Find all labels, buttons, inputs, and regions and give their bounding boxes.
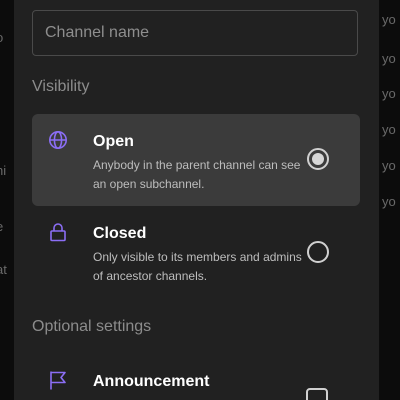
background-text: yo xyxy=(382,122,396,137)
announcement-checkbox[interactable] xyxy=(306,388,328,400)
background-text: yo xyxy=(382,194,396,209)
background-text: yo xyxy=(382,12,396,27)
option-title: Open xyxy=(93,133,134,150)
option-title: Closed xyxy=(93,225,147,242)
flag-icon xyxy=(50,371,66,390)
option-description: Anybody in the parent channel can see an… xyxy=(93,158,301,191)
background-text: yo xyxy=(382,86,396,101)
visibility-option-closed[interactable]: Closed Only visible to its members and a… xyxy=(32,206,360,298)
visibility-option-open[interactable]: Open Anybody in the parent channel can s… xyxy=(32,114,360,206)
visibility-section-title: Visibility xyxy=(32,78,90,95)
optional-settings-section-title: Optional settings xyxy=(32,318,152,335)
option-description: Only visible to its members and admins o… xyxy=(93,250,302,283)
create-subchannel-sheet: Visibility Open Anybody in the parent ch… xyxy=(14,0,379,400)
background-text: yo xyxy=(382,158,396,173)
open-radio-button[interactable] xyxy=(307,148,329,170)
closed-radio-button[interactable] xyxy=(307,241,329,263)
channel-name-input[interactable] xyxy=(32,10,358,56)
background-left-fragments: o ni e l at xyxy=(0,0,14,400)
background-right-fragments: yo yo yo yo yo yo xyxy=(379,0,400,400)
background-text: ni xyxy=(0,163,7,178)
announcement-title: Announcement xyxy=(93,373,210,390)
globe-icon xyxy=(49,131,67,149)
background-text: yo xyxy=(382,51,396,66)
lock-icon xyxy=(50,223,66,242)
background-text: e xyxy=(0,219,3,234)
background-text: o xyxy=(0,30,3,45)
background-text: at xyxy=(0,262,7,277)
